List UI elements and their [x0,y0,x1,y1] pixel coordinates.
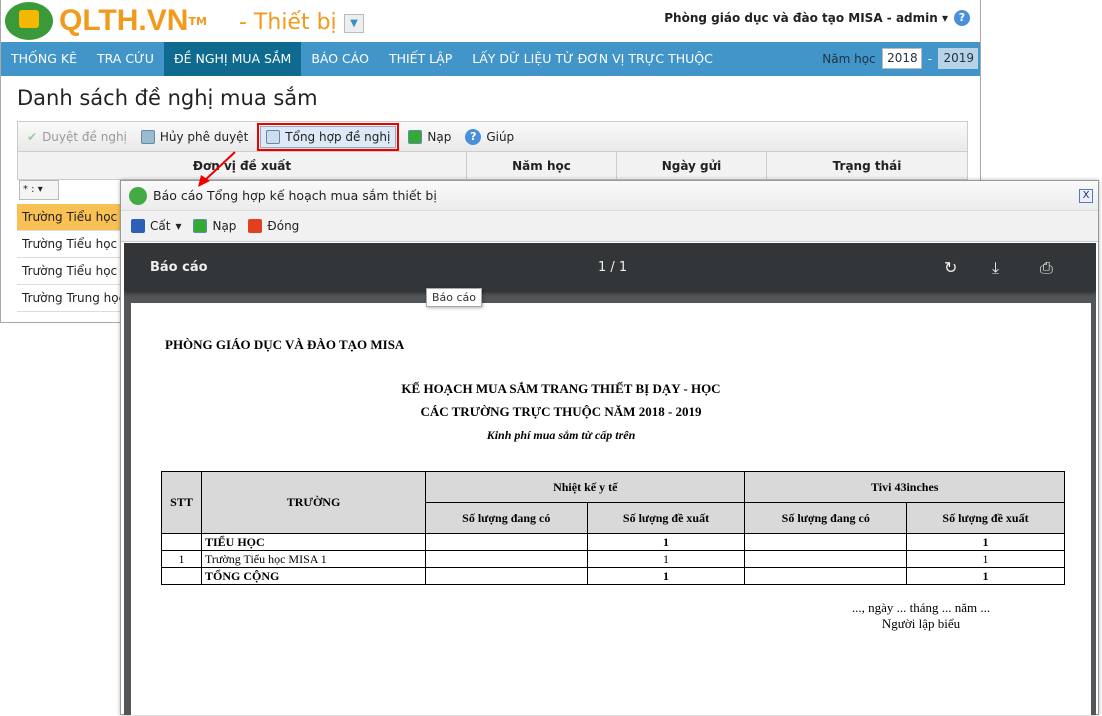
close-button[interactable]: Đóng [248,219,299,233]
logo-icon [5,2,53,40]
signature-block: ..., ngày ... tháng ... năm ... Người lập… [851,600,991,631]
red-arrow [198,151,236,187]
toolbar: ✔ Duyệt đề nghị Hủy phê duyệt Tổng hợp đề… [17,121,968,152]
reload-button[interactable]: Nạp [193,219,236,233]
module-title: - Thiết bị [239,10,337,35]
app-icon [129,186,147,205]
table-row[interactable]: Trường Tiểu học MISA 1 [17,204,127,231]
report-subtitle: Kinh phí mua sắm từ cấp trên [486,428,636,442]
print-icon[interactable]: ⎙ [1040,258,1053,278]
help-button[interactable]: ? Giúp [460,126,519,148]
table-row[interactable]: Trường Trung học phổ thông [17,285,127,312]
nav-tra-cuu[interactable]: TRA CỨU [87,42,164,76]
grid-header: Đơn vị đề xuất Năm học Ngày gửi Trạng th… [17,152,968,180]
pdf-viewer: Báo cáo 1 / 1 ↻ ⤓ ⎙ Báo cáo PHÒNG GIÁO D… [124,243,1096,715]
summary-button[interactable]: Tổng hợp đề nghị [260,125,397,148]
save-icon [131,219,145,233]
module-dropdown[interactable]: ▼ [344,14,364,33]
save-button[interactable]: Cất ▾ [131,219,181,233]
table-row[interactable]: Trường Tiểu học MISA 2 [17,231,127,258]
power-icon [248,219,263,233]
page-indicator: 1 / 1 [598,259,628,275]
nav-de-nghi-mua-sam[interactable]: ĐỀ NGHỊ MUA SẮM [163,42,302,76]
highlight-box: Tổng hợp đề nghị [257,122,400,151]
col-ngay-gui[interactable]: Ngày gửi [617,152,767,179]
refresh-icon [408,129,423,144]
report-title-2: CÁC TRƯỜNG TRỰC THUỘC NĂM 2018 - 2019 [420,404,702,419]
col-don-vi[interactable]: Đơn vị đề xuất [18,152,467,179]
table-row: TỔNG CỘNG 1 1 [161,567,1065,585]
dialog-toolbar: Cất ▾ Nạp Đóng [121,211,1098,242]
col-nam-hoc[interactable]: Năm học [467,152,617,179]
refresh-icon [193,219,208,233]
report-title: KẾ HOẠCH MUA SẮM TRANG THIẾT BỊ DẠY - HỌ… [401,381,721,396]
year-from-input[interactable]: 2018 [881,48,922,69]
school-year: Năm học 2018-2019 [822,48,978,69]
logo[interactable]: QLTH.VN TM [5,2,207,40]
page-title: Danh sách đề nghị mua sắm [17,86,318,110]
help-icon[interactable]: ? [954,10,970,26]
year-to-input: 2019 [938,48,978,69]
user-menu[interactable]: Phòng giáo dục và đào tạo MISA - admin ▾… [664,10,970,26]
report-page: PHÒNG GIÁO DỤC VÀ ĐÀO TẠO MISA KẾ HOẠCH … [131,303,1091,715]
rotate-icon[interactable]: ↻ [944,258,957,277]
filter-operator[interactable]: * : ▾ [19,180,59,200]
nav-bao-cao[interactable]: BÁO CÁO [301,42,379,76]
report-org: PHÒNG GIÁO DỤC VÀ ĐÀO TẠO MISA [165,337,405,352]
viewer-toolbar: Báo cáo 1 / 1 ↻ ⤓ ⎙ [124,243,1096,291]
table-row: TIỂU HỌC 1 1 [161,533,1065,551]
table-row[interactable]: Trường Tiểu học MISA 3 [17,258,127,285]
approve-button[interactable]: ✔ Duyệt đề nghị [22,127,132,147]
tooltip: Báo cáo [426,288,483,307]
report-table: STT TRƯỜNG Nhiệt kế y tế Tivi 43inches Số l… [161,471,1065,585]
cancel-approval-icon [140,129,155,144]
cancel-approval-button[interactable]: Hủy phê duyệt [136,127,253,147]
table-row: 1 Trường Tiểu học MISA 111 [161,550,1065,568]
nav-thong-ke[interactable]: THỐNG KÊ [1,42,87,76]
check-icon: ✔ [27,129,38,144]
grid-rows: Trường Tiểu học MISA 1 Trường Tiểu học M… [17,204,127,312]
dialog-titlebar: Báo cáo Tổng hợp kế hoạch mua sắm thiết … [121,181,1098,211]
table-icon [266,129,281,144]
reload-button[interactable]: Nạp [403,127,456,147]
report-dialog: Báo cáo Tổng hợp kế hoạch mua sắm thiết … [120,180,1099,715]
help-icon: ? [465,128,482,145]
nav-thiet-lap[interactable]: THIẾT LẬP [379,42,462,76]
download-icon[interactable]: ⤓ [992,258,999,278]
viewer-title: Báo cáo [150,259,208,275]
close-icon[interactable]: X [1079,189,1093,203]
nav-lay-du-lieu[interactable]: LẤY DỮ LIỆU TỪ ĐƠN VỊ TRỰC THUỘC [462,42,723,76]
col-trang-thai[interactable]: Trạng thái [767,152,967,179]
